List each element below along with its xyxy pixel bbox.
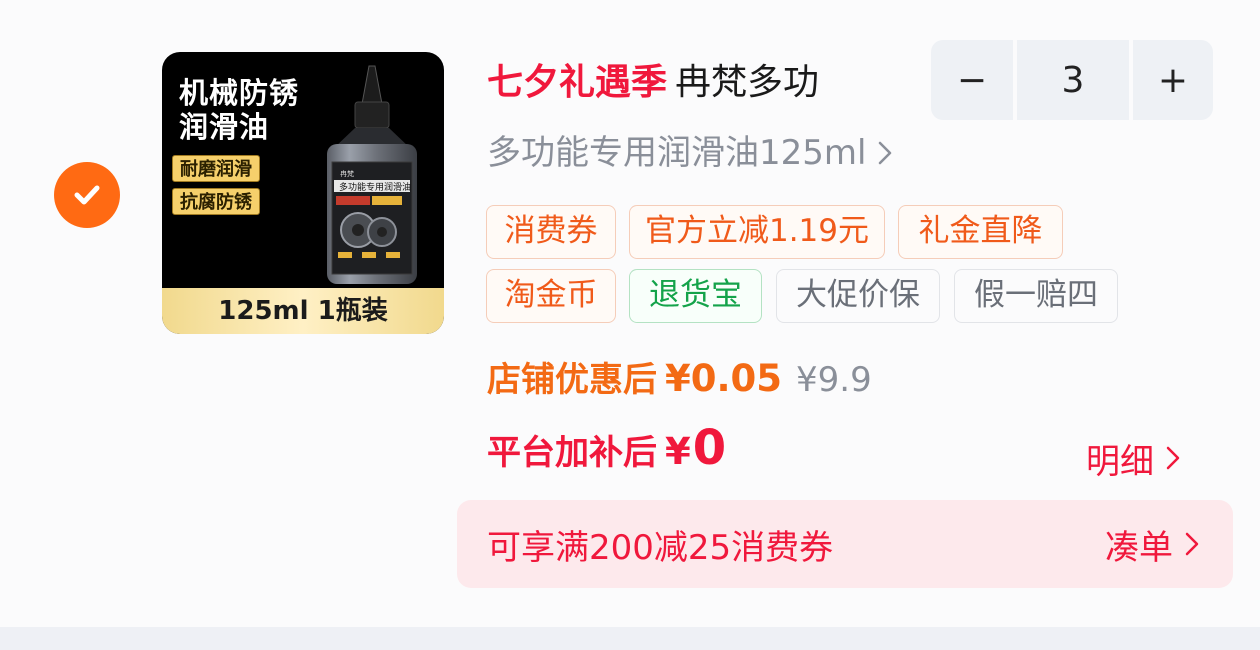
svg-text:冉梵: 冉梵 <box>340 169 354 178</box>
product-title[interactable]: 七夕礼遇季 冉梵多功 <box>487 58 819 108</box>
coupon-bar[interactable]: 可享满200减25消费券 凑单 <box>457 500 1233 588</box>
chevron-right-icon <box>1166 446 1180 470</box>
store-price-label: 店铺优惠后 <box>487 360 657 400</box>
platform-subsidy-price: 平台加补后 ¥ 0 <box>487 420 726 484</box>
sku-text: 多功能专用润滑油125ml <box>487 133 867 173</box>
price-detail-link[interactable]: 明细 <box>1086 432 1180 484</box>
select-item-checkbox[interactable] <box>54 162 120 228</box>
product-title-text: 冉梵多功 <box>675 62 820 103</box>
quantity-stepper: − 3 + <box>931 40 1213 120</box>
image-bottom-label: 125ml 1瓶装 <box>162 288 444 334</box>
promo-label: 七夕礼遇季 <box>487 62 668 103</box>
detail-link-label: 明细 <box>1086 441 1154 482</box>
add-items-label: 凑单 <box>1105 527 1173 568</box>
increase-quantity-button[interactable]: + <box>1133 40 1213 120</box>
sku-selector[interactable]: 多功能专用润滑油125ml <box>487 128 892 178</box>
tag-consumption-coupon: 消费券 <box>486 205 616 259</box>
decrease-quantity-button[interactable]: − <box>931 40 1013 120</box>
platform-price-label: 平台加补后 <box>487 433 657 473</box>
store-price-value: ¥0.05 <box>665 357 783 400</box>
tag-cash-gift: 礼金直降 <box>898 205 1063 259</box>
original-price: ¥9.9 <box>796 360 872 400</box>
tag-price-protection: 大促价保 <box>776 269 940 323</box>
tag-taojinbi: 淘金币 <box>486 269 616 323</box>
list-separator <box>0 627 1260 650</box>
oil-bottle-illustration: 冉梵 多功能专用润滑油 <box>327 65 417 284</box>
product-image[interactable]: 机械防锈 润滑油 耐磨润滑 抗腐防锈 冉梵 多功能专用润滑油 125ml 1瓶装 <box>162 52 444 334</box>
checkmark-icon <box>74 185 100 205</box>
tag-official-discount: 官方立减1.19元 <box>629 205 885 259</box>
tag-return-insurance: 退货宝 <box>629 269 762 323</box>
platform-price-currency: ¥ <box>665 430 691 473</box>
add-items-button[interactable]: 凑单 <box>1105 520 1199 569</box>
chevron-right-icon <box>1185 532 1199 556</box>
store-discount-price: 店铺优惠后 ¥0.05 ¥9.9 <box>487 352 872 408</box>
platform-price-value: 0 <box>692 420 727 476</box>
cart-item-card: 机械防锈 润滑油 耐磨润滑 抗腐防锈 冉梵 多功能专用润滑油 125ml 1瓶装… <box>0 0 1260 627</box>
tag-fake-compensation: 假一赔四 <box>954 269 1118 323</box>
chevron-right-icon <box>879 141 892 165</box>
svg-text:多功能专用润滑油: 多功能专用润滑油 <box>339 181 411 193</box>
quantity-value[interactable]: 3 <box>1017 40 1129 120</box>
coupon-text: 可享满200减25消费券 <box>487 527 834 568</box>
